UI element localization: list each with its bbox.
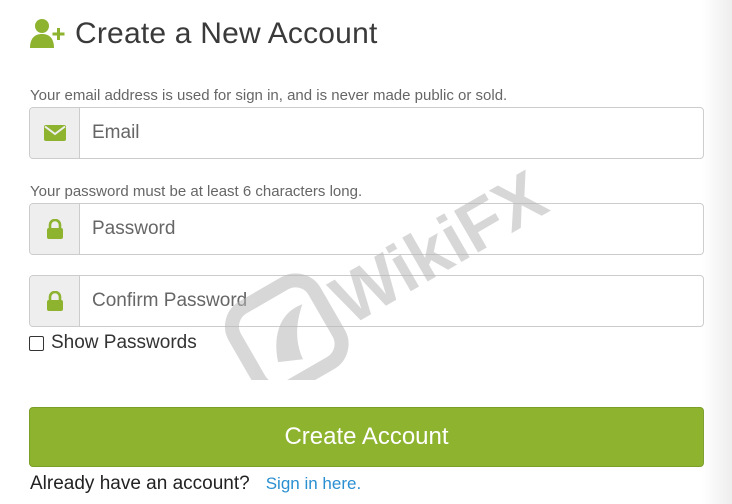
confirm-password-field[interactable] — [80, 276, 703, 326]
already-have-account-text: Already have an account? — [30, 473, 250, 494]
show-passwords-label[interactable]: Show Passwords — [51, 332, 197, 354]
add-user-icon — [30, 19, 65, 48]
show-passwords-row: Show Passwords — [29, 332, 197, 354]
email-field[interactable] — [80, 108, 703, 158]
show-passwords-checkbox[interactable] — [29, 335, 44, 351]
confirm-password-addon — [30, 276, 80, 326]
confirm-password-input-group — [29, 275, 704, 327]
envelope-icon — [43, 125, 66, 141]
email-input-group — [29, 107, 704, 159]
password-hint: Your password must be at least 6 charact… — [30, 183, 363, 200]
signin-footer: Already have an account? Sign in here. — [30, 473, 361, 495]
password-addon — [30, 204, 80, 254]
create-account-page: Create a New Account Your email address … — [0, 0, 732, 504]
lock-icon — [46, 291, 63, 311]
password-field[interactable] — [80, 204, 703, 254]
page-title: Create a New Account — [75, 17, 378, 50]
watermark: WikiFX — [195, 140, 559, 397]
lock-icon — [46, 219, 63, 239]
create-account-button[interactable]: Create Account — [29, 407, 704, 467]
right-edge-shade — [702, 0, 732, 504]
sign-in-link[interactable]: Sign in here. — [266, 474, 361, 494]
email-hint: Your email address is used for sign in, … — [30, 87, 508, 104]
password-input-group — [29, 203, 704, 255]
email-addon — [30, 108, 80, 158]
page-header: Create a New Account — [29, 17, 378, 51]
